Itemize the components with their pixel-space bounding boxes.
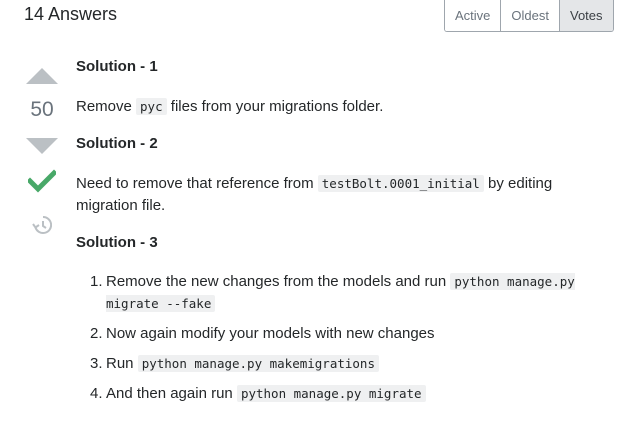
solution-2-heading: Solution - 2: [76, 135, 158, 152]
list-item-text: Run: [106, 355, 138, 372]
list-item-text: Remove the new changes from the models a…: [106, 273, 451, 290]
list-item-code: python manage.py makemigrations: [137, 355, 379, 372]
solution-3-steps: 1. Remove the new changes from the models…: [76, 271, 606, 413]
arrow-up-icon[interactable]: [26, 68, 58, 84]
sort-tab-oldest[interactable]: Oldest: [501, 0, 560, 31]
sort-tab-votes[interactable]: Votes: [559, 0, 613, 31]
vote-count: 50: [30, 98, 54, 121]
solution-3-heading: Solution - 3: [76, 234, 158, 251]
arrow-down-icon[interactable]: [26, 138, 58, 154]
answers-header: 14 Answers Active Oldest Votes: [0, 0, 628, 40]
sort-tab-active[interactable]: Active: [445, 0, 502, 31]
solution-1-heading: Solution - 1: [76, 58, 158, 75]
sort-tabs: Active Oldest Votes: [444, 0, 614, 32]
solution-1-text-after: files from your migrations folder.: [166, 98, 384, 115]
list-item-number: 3.: [90, 355, 103, 372]
answers-count: 14 Answers: [24, 4, 118, 24]
list-item: 1. Remove the new changes from the models…: [76, 271, 596, 315]
list-item-text: Now again modify your models with new ch…: [106, 325, 435, 342]
solution-2-code: testBolt.0001_initial: [317, 175, 484, 192]
list-item: 2. Now again modify your models with new …: [76, 323, 606, 345]
list-item: 3. Run python manage.py makemigrations: [76, 353, 606, 375]
history-icon[interactable]: [32, 215, 52, 235]
list-item-number: 2.: [90, 325, 103, 342]
solution-2-text-before: Need to remove that reference from: [76, 175, 318, 192]
checkmark-icon: [28, 169, 56, 193]
list-item: 4. And then again run python manage.py mi…: [76, 383, 606, 405]
solution-1-text-before: Remove: [76, 98, 137, 115]
list-item-number: 1.: [90, 273, 103, 290]
solution-1-code: pyc: [136, 98, 167, 115]
solution-2-text: Need to remove that reference from testB…: [76, 173, 576, 217]
list-item-code: python manage.py migrate: [236, 385, 426, 402]
list-item-number: 4.: [90, 385, 103, 402]
list-item-text: And then again run: [106, 385, 237, 402]
solution-1-text: Remove pyc files from your migrations fo…: [76, 96, 596, 118]
